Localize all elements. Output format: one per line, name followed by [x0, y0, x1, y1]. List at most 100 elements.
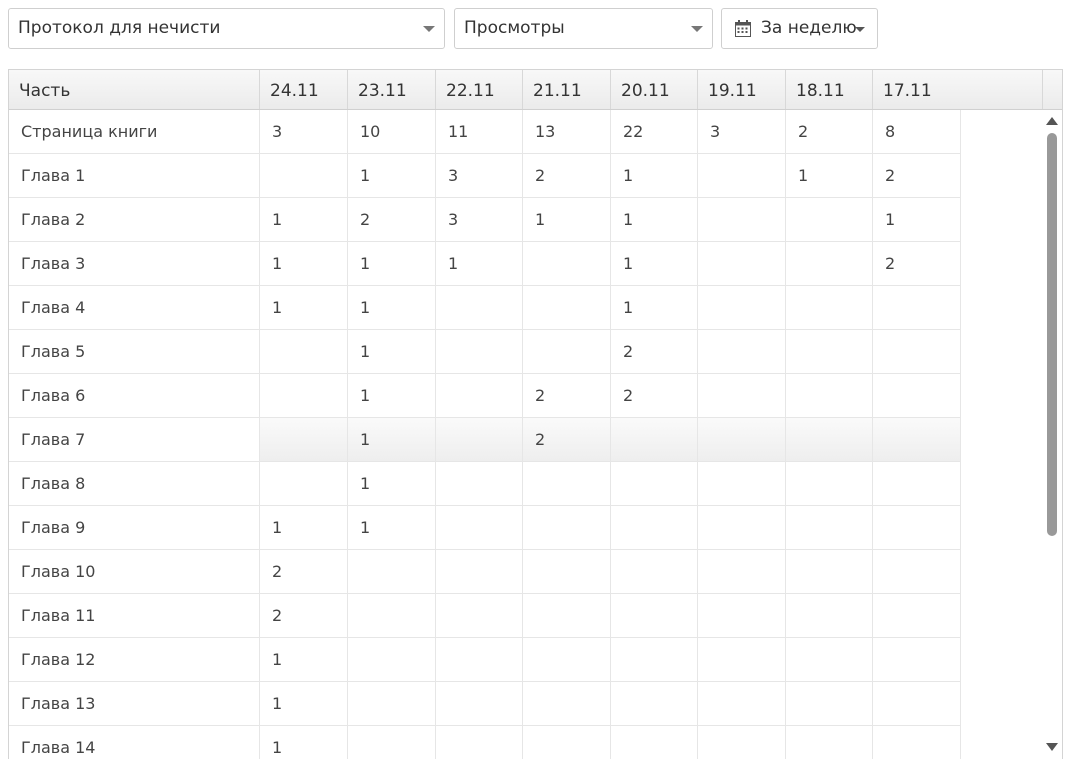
- table-cell-views: 1: [348, 418, 436, 462]
- table-cell-views: 1: [260, 682, 348, 726]
- table-cell-views: 2: [523, 418, 611, 462]
- table-cell-views: [786, 242, 873, 286]
- table-row[interactable]: Глава 6 1 22: [9, 374, 961, 418]
- table-cell-views: [523, 242, 611, 286]
- table-cell-views: 1: [873, 198, 961, 242]
- column-header-date[interactable]: 18.11: [786, 70, 873, 109]
- table-row[interactable]: Глава 13 1: [9, 682, 961, 726]
- column-header-date[interactable]: 21.11: [523, 70, 611, 109]
- table-cell-views: [260, 462, 348, 506]
- table-cell-views: [698, 506, 786, 550]
- table-cell-views: 1: [260, 242, 348, 286]
- table-cell-views: 1: [611, 198, 698, 242]
- column-header-date[interactable]: 19.11: [698, 70, 786, 109]
- table-cell-views: [523, 594, 611, 638]
- table-cell-views: [436, 506, 523, 550]
- table-cell-views: 3: [260, 110, 348, 154]
- table-cell-views: 1: [348, 286, 436, 330]
- table-cell-views: [786, 550, 873, 594]
- period-dropdown-button[interactable]: За неделю: [721, 8, 878, 49]
- table-cell-views: 22: [611, 110, 698, 154]
- table-row[interactable]: Глава 12 1: [9, 638, 961, 682]
- table-cell-views: [523, 638, 611, 682]
- row-part-name: Глава 12: [9, 638, 260, 682]
- column-header-date[interactable]: 24.11: [260, 70, 348, 109]
- table-cell-views: [348, 682, 436, 726]
- column-header-date[interactable]: 22.11: [436, 70, 523, 109]
- table-cell-views: [611, 462, 698, 506]
- scrollbar-thumb[interactable]: [1047, 133, 1057, 536]
- table-row[interactable]: Глава 14 1: [9, 726, 961, 759]
- table-row[interactable]: Глава 311112: [9, 242, 961, 286]
- chevron-down-icon: [423, 26, 435, 32]
- table-cell-views: [873, 726, 961, 759]
- table-cell-views: [698, 154, 786, 198]
- table-row[interactable]: Глава 10 2: [9, 550, 961, 594]
- table-cell-views: 3: [436, 154, 523, 198]
- table-cell-views: [698, 726, 786, 759]
- table-cell-views: 1: [260, 638, 348, 682]
- row-part-name: Глава 5: [9, 330, 260, 374]
- table-cell-views: [786, 638, 873, 682]
- table-cell-views: [786, 286, 873, 330]
- table-row[interactable]: Глава 7 1 2: [9, 418, 961, 462]
- table-cell-views: [348, 726, 436, 759]
- row-part-name: Глава 3: [9, 242, 260, 286]
- table-cell-views: [698, 462, 786, 506]
- table-row[interactable]: Страница книги 3 10 11 13 22 3 2 8: [9, 110, 961, 154]
- table-cell-views: [348, 638, 436, 682]
- table-cell-views: 2: [523, 154, 611, 198]
- table-cell-views: [873, 462, 961, 506]
- row-part-name: Глава 8: [9, 462, 260, 506]
- table-cell-views: 8: [873, 110, 961, 154]
- table-cell-views: [611, 638, 698, 682]
- table-row[interactable]: Глава 4111: [9, 286, 961, 330]
- table-cell-views: [698, 594, 786, 638]
- table-cell-views: [436, 682, 523, 726]
- row-part-name: Глава 2: [9, 198, 260, 242]
- table-cell-views: [873, 286, 961, 330]
- table-cell-views: 2: [348, 198, 436, 242]
- table-cell-views: [786, 462, 873, 506]
- column-header-date[interactable]: 17.11: [873, 70, 1043, 109]
- vertical-scrollbar[interactable]: [1042, 110, 1062, 759]
- table-cell-views: [786, 374, 873, 418]
- table-row[interactable]: Глава 1132112: [9, 154, 961, 198]
- table-cell-views: [436, 638, 523, 682]
- table-row[interactable]: Глава 5 1 2: [9, 330, 961, 374]
- table-cell-views: [698, 638, 786, 682]
- table-header: Часть 24.11 23.11 22.11 21.11 20.11 19.11 18.11…: [9, 70, 1062, 110]
- table-cell-views: 1: [348, 242, 436, 286]
- table-cell-views: 2: [786, 110, 873, 154]
- column-header-date[interactable]: 20.11: [611, 70, 698, 109]
- scroll-up-arrow-icon[interactable]: [1046, 117, 1058, 125]
- table-cell-views: 1: [523, 198, 611, 242]
- protocol-select[interactable]: Протокол для нечисти: [8, 8, 445, 49]
- chevron-down-icon: [691, 26, 703, 32]
- table-cell-views: 2: [260, 594, 348, 638]
- column-header-part[interactable]: Часть: [9, 70, 260, 109]
- table-row[interactable]: Глава 8 1: [9, 462, 961, 506]
- metric-select[interactable]: Просмотры: [454, 8, 713, 49]
- table-cell-views: 11: [436, 110, 523, 154]
- stats-table: Часть 24.11 23.11 22.11 21.11 20.11 19.11 18.11…: [8, 69, 1063, 759]
- table-row[interactable]: Глава 911: [9, 506, 961, 550]
- column-header-date[interactable]: 23.11: [348, 70, 436, 109]
- table-cell-views: [611, 418, 698, 462]
- table-cell-views: [698, 330, 786, 374]
- table-cell-views: 2: [611, 374, 698, 418]
- scroll-down-arrow-icon[interactable]: [1046, 743, 1058, 751]
- table-cell-views: [786, 726, 873, 759]
- table-cell-views: 1: [611, 242, 698, 286]
- calendar-icon: [735, 20, 751, 37]
- table-cell-views: [786, 594, 873, 638]
- row-part-name: Глава 10: [9, 550, 260, 594]
- table-cell-views: 1: [348, 462, 436, 506]
- metric-select-value: Просмотры: [464, 18, 565, 38]
- table-cell-views: [523, 286, 611, 330]
- table-cell-views: [698, 682, 786, 726]
- table-row[interactable]: Глава 11 2: [9, 594, 961, 638]
- table-cell-views: [523, 726, 611, 759]
- table-row[interactable]: Глава 2123111: [9, 198, 961, 242]
- row-part-name: Глава 7: [9, 418, 260, 462]
